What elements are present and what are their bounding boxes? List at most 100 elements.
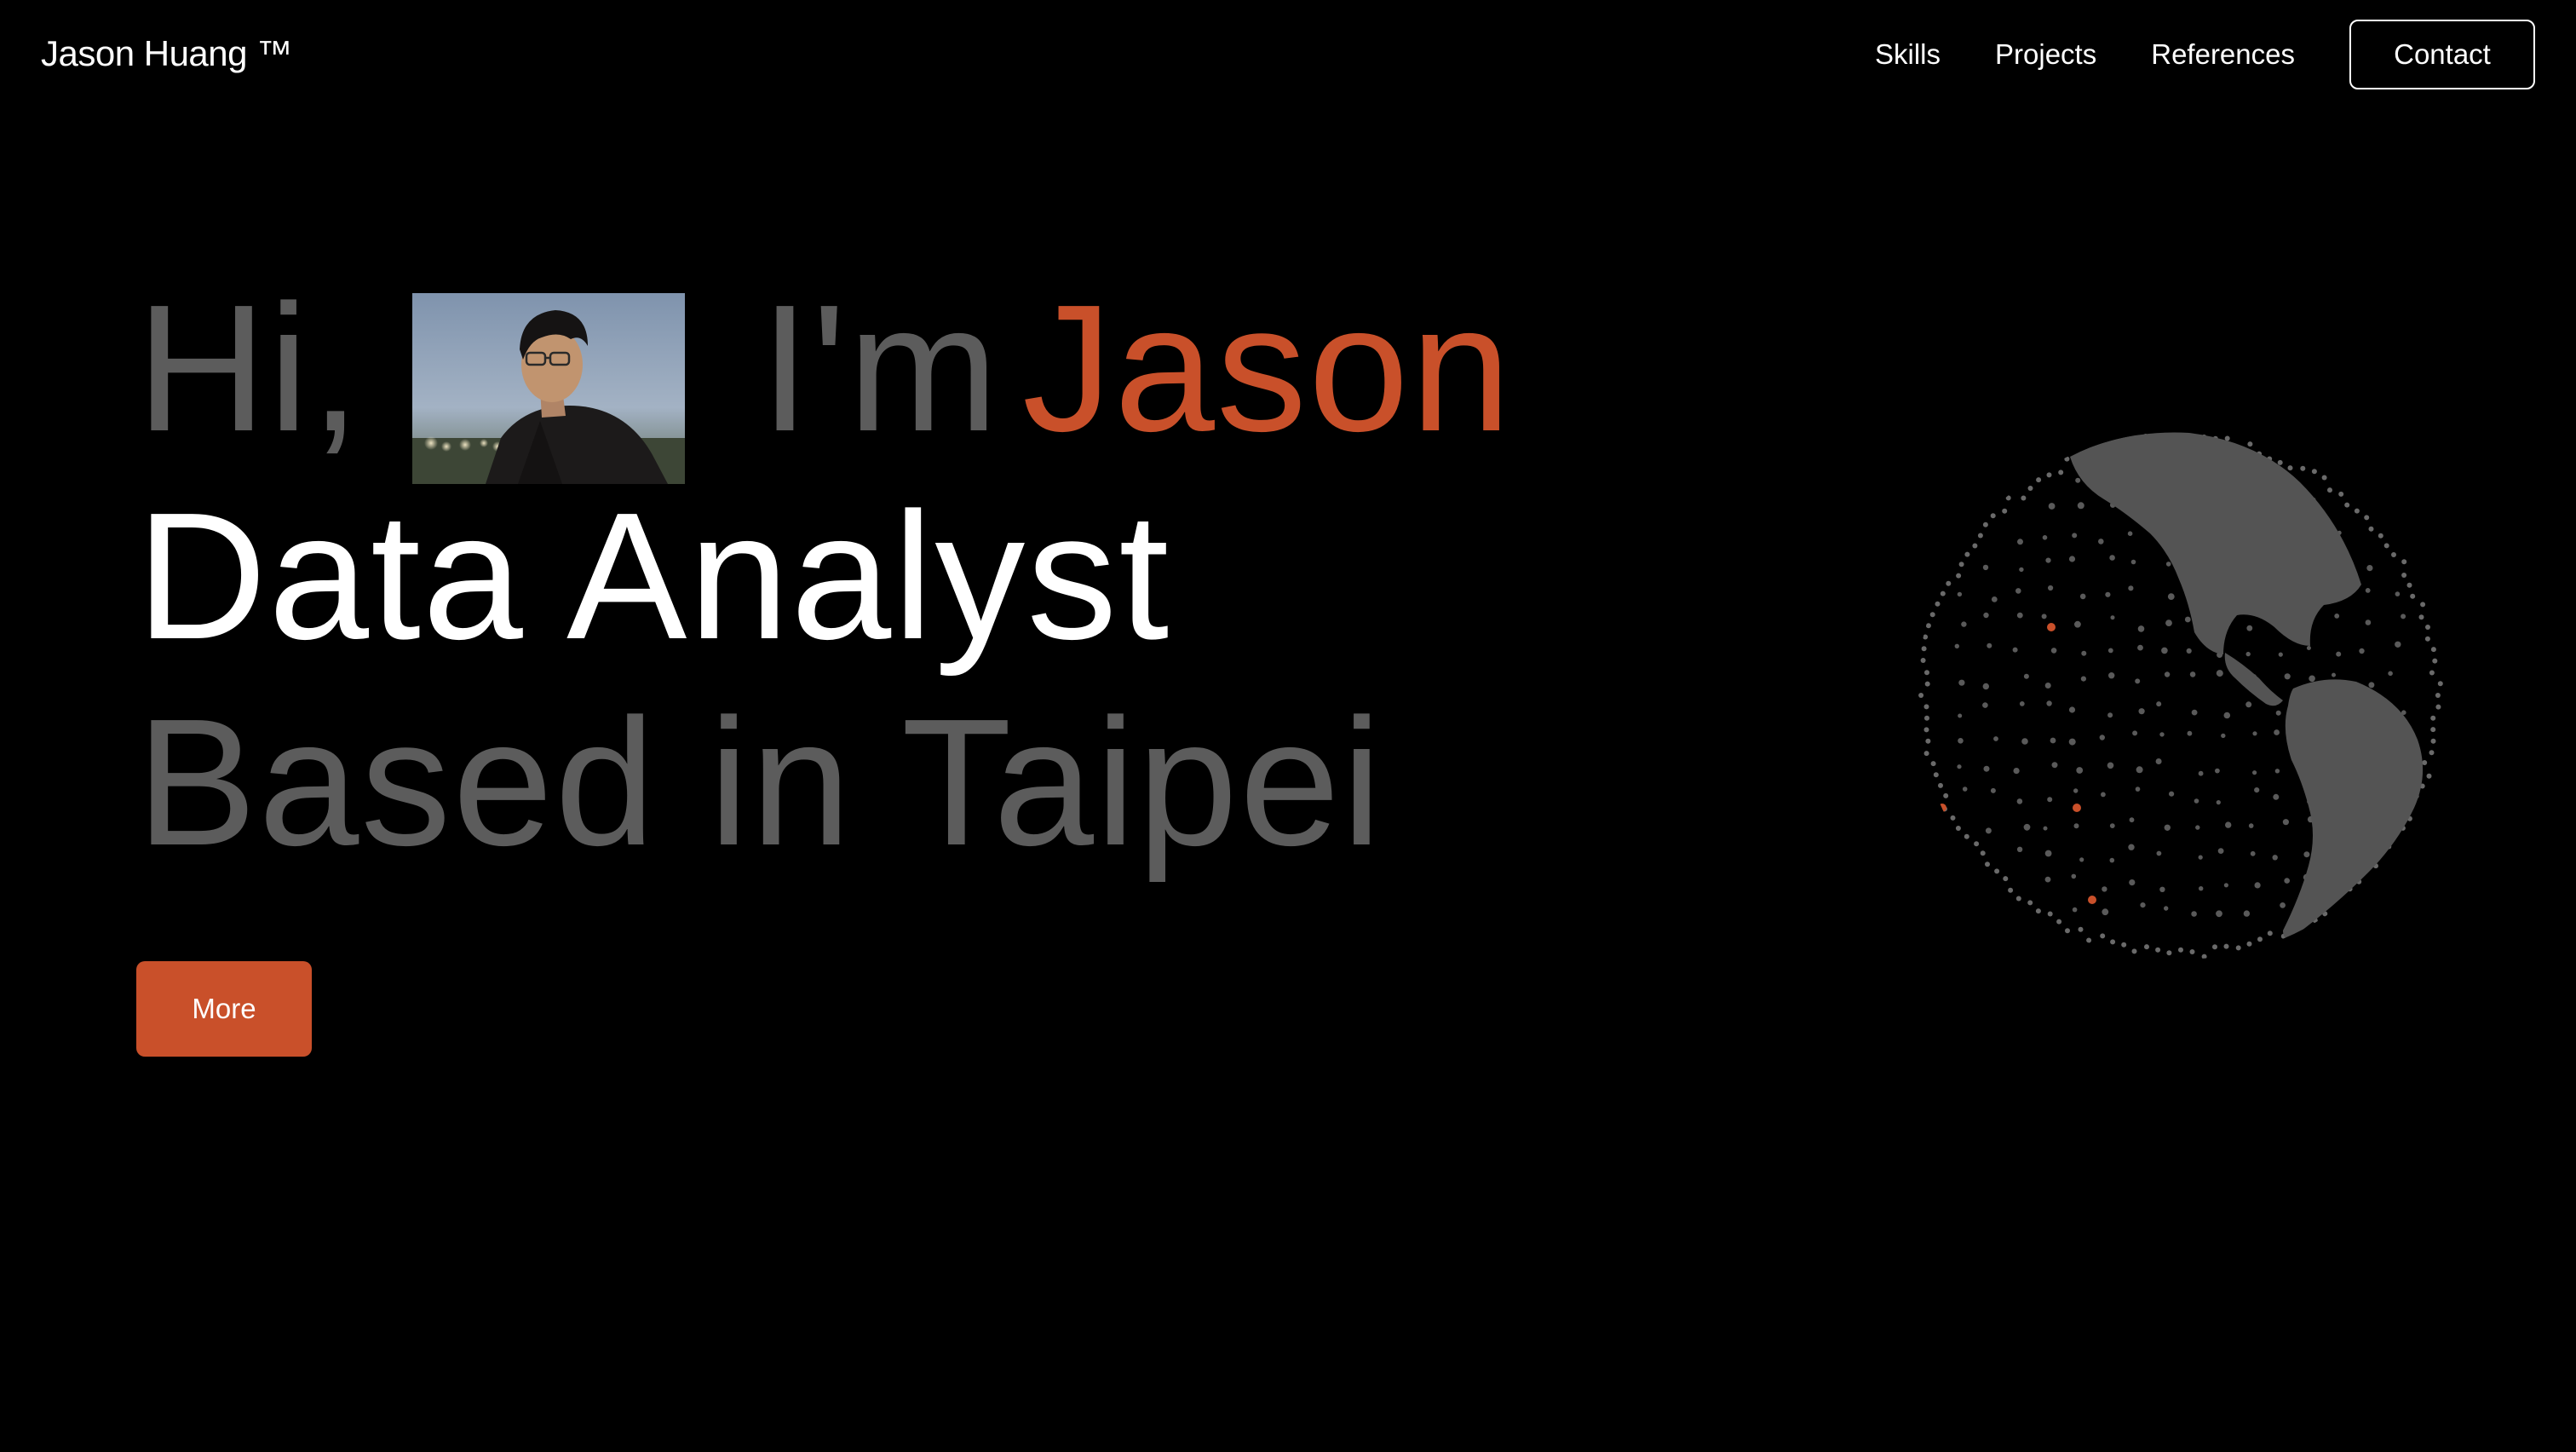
globe-dot [2071, 873, 2077, 879]
globe-dot [1958, 738, 1964, 744]
globe-dot [2102, 886, 2107, 892]
globe-dot [2215, 768, 2220, 774]
globe-dot [2003, 876, 2009, 882]
globe-dot [1924, 715, 1929, 721]
globe-dot [2165, 562, 2171, 567]
globe-dot [2267, 931, 2273, 936]
globe-dot [2068, 738, 2076, 746]
globe-dot [1974, 841, 1980, 847]
globe-dot [2287, 465, 2293, 471]
globe-dot [2080, 676, 2086, 682]
globe-dot [1955, 826, 1961, 831]
globe-dot [2223, 883, 2228, 888]
globe-dot [2130, 559, 2136, 565]
globe-dot [2107, 648, 2113, 654]
globe-dot [2280, 902, 2286, 908]
globe-dot [2388, 671, 2393, 677]
globe-dot [2274, 729, 2280, 735]
globe-dot [2187, 730, 2193, 736]
globe-dot [1935, 601, 1941, 607]
globe-dot [2159, 886, 2165, 892]
globe-dot [2156, 701, 2162, 707]
globe-dot [1920, 658, 1926, 663]
globe-dot [2110, 939, 2116, 945]
globe-dot [1958, 713, 1963, 718]
globe-dot [2023, 673, 2029, 679]
globe-dot [1946, 580, 1952, 586]
globe-dot [2410, 593, 2416, 599]
globe-dot [2128, 585, 2134, 591]
globe-dot [1925, 738, 1931, 744]
globe-dot [2135, 678, 2141, 684]
globe-dot [2041, 614, 2047, 619]
globe-dot [2072, 907, 2078, 913]
globe-dot [2395, 641, 2401, 648]
profile-photo [412, 293, 685, 484]
site-logo[interactable]: Jason Huang ™ [41, 31, 292, 77]
globe-dot [1921, 646, 1927, 652]
globe-dot [2368, 526, 2374, 532]
nav-link-skills[interactable]: Skills [1875, 37, 1941, 72]
contact-button[interactable]: Contact [2349, 20, 2535, 89]
globe-dot [2191, 709, 2198, 716]
globe-dot [2164, 906, 2169, 911]
main-nav: Skills Projects References Contact [1875, 19, 2535, 90]
globe-dot [2395, 591, 2401, 596]
globe-dot [2303, 851, 2310, 858]
globe-dot [2015, 588, 2021, 594]
globe-dot [1990, 513, 1996, 519]
globe-dot [1925, 623, 1931, 629]
globe-dot [2275, 710, 2281, 716]
globe-dot [1923, 704, 1929, 710]
globe-dot [2077, 502, 2084, 510]
globe-dot [2015, 896, 2021, 902]
globe-dot [2132, 730, 2138, 736]
globe-dot [2364, 515, 2370, 521]
globe-dot [2044, 876, 2051, 883]
globe-dot [2336, 651, 2342, 657]
globe-dot [2166, 950, 2172, 956]
globe-dot [1982, 521, 1988, 527]
globe-dot [2021, 738, 2028, 745]
globe-dot [2068, 706, 2076, 713]
globe-dot [2140, 902, 2146, 908]
globe-dot [2189, 671, 2196, 677]
globe-dot [2035, 908, 2041, 914]
globe-dot [2002, 508, 2008, 514]
globe-dot [2159, 732, 2165, 737]
globe-dot [1924, 681, 1930, 687]
globe-dot [2046, 700, 2052, 706]
globe-dot [2311, 469, 2317, 475]
globe-dot [2189, 949, 2195, 954]
globe-dot [2074, 620, 2081, 628]
more-button[interactable]: More [136, 961, 312, 1057]
globe-dot [2198, 855, 2203, 860]
greeting-text: Hi, [136, 267, 363, 469]
globe-dot [2164, 824, 2171, 831]
globe-dot [2019, 701, 2025, 706]
globe-dot [2252, 770, 2257, 775]
nav-link-references[interactable]: References [2151, 37, 2295, 72]
globe-dot [1982, 683, 1989, 690]
globe-dot [2199, 886, 2204, 891]
globe-dot [2184, 616, 2191, 623]
globe-dot [2195, 825, 2200, 830]
globe-dot [2008, 887, 2014, 893]
globe-dot [2129, 879, 2136, 886]
globe-dot [2109, 823, 2115, 828]
globe-dot [2102, 908, 2109, 916]
globe-dot [2246, 625, 2253, 631]
globe-dot [2043, 826, 2048, 831]
globe-dot [2047, 911, 2053, 917]
globe-dot [2048, 503, 2056, 510]
globe-dot [2198, 770, 2204, 776]
globe-dot [2076, 767, 2084, 774]
globe-dot [2164, 671, 2171, 677]
globe-dot [1961, 621, 1967, 627]
globe-dot [2075, 477, 2081, 483]
globe-dot [2277, 459, 2283, 465]
nav-link-projects[interactable]: Projects [1995, 37, 2096, 72]
globe-dot [2246, 941, 2252, 947]
globe-dot [1958, 562, 1964, 568]
globe-dot [1958, 679, 1965, 686]
